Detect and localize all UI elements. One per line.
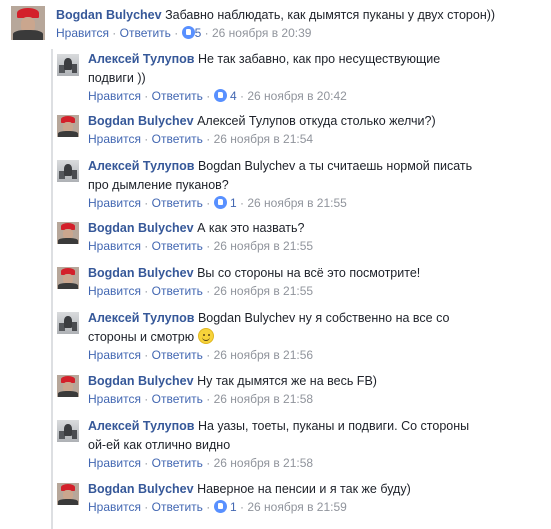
reply-button[interactable]: Ответить: [152, 239, 203, 253]
separator: ·: [144, 239, 149, 253]
avatar[interactable]: [57, 54, 79, 76]
comment-author[interactable]: Bogdan Bulychev: [88, 114, 194, 128]
avatar[interactable]: [11, 6, 45, 40]
separator: ·: [144, 456, 149, 470]
like-thumb-icon[interactable]: [213, 89, 227, 102]
separator: ·: [144, 500, 149, 514]
avatar[interactable]: [57, 160, 79, 182]
like-button[interactable]: Нравится: [88, 132, 141, 146]
timestamp[interactable]: 26 ноября в 21:58: [214, 392, 313, 406]
timestamp[interactable]: 26 ноября в 20:39: [212, 26, 311, 40]
like-count[interactable]: 4: [230, 89, 237, 103]
avatar[interactable]: [57, 375, 79, 397]
timestamp[interactable]: 26 ноября в 20:42: [247, 89, 346, 103]
timestamp[interactable]: 26 ноября в 21:55: [247, 196, 346, 210]
comment-text: Забавно наблюдать, как дымятся пуканы у …: [165, 8, 496, 22]
comment-text: стороны и смотрю: [88, 330, 195, 344]
comment-text: Наверное на пенсии и я так же буду): [197, 482, 411, 496]
avatar[interactable]: [57, 115, 79, 137]
separator: ·: [144, 348, 149, 362]
separator: ·: [206, 89, 211, 103]
like-button[interactable]: Нравится: [88, 89, 141, 103]
comment-text: подвиги )): [88, 71, 146, 85]
separator: ·: [206, 284, 211, 298]
separator: ·: [174, 26, 179, 40]
avatar[interactable]: [57, 267, 79, 289]
avatar[interactable]: [57, 222, 79, 244]
like-thumb-icon[interactable]: [213, 196, 227, 209]
reply-button[interactable]: Ответить: [152, 392, 203, 406]
separator: ·: [206, 392, 211, 406]
separator: ·: [206, 500, 211, 514]
like-count[interactable]: 1: [230, 500, 237, 514]
like-thumb-icon[interactable]: [181, 26, 195, 39]
like-button[interactable]: Нравится: [88, 500, 141, 514]
comment-author[interactable]: Алексей Тулупов: [88, 159, 194, 173]
separator: ·: [144, 196, 149, 210]
separator: ·: [240, 89, 244, 103]
like-button[interactable]: Нравится: [88, 239, 141, 253]
reply-button[interactable]: Ответить: [120, 26, 171, 40]
comment-author[interactable]: Bogdan Bulychev: [88, 221, 194, 235]
comment-text: На уазы, тоеты, пуканы и подвиги. Со сто…: [197, 419, 470, 433]
avatar[interactable]: [57, 420, 79, 442]
like-button[interactable]: Нравится: [56, 26, 109, 40]
separator: ·: [240, 500, 244, 514]
timestamp[interactable]: 26 ноября в 21:55: [214, 284, 313, 298]
comment-author[interactable]: Bogdan Bulychev: [88, 374, 194, 388]
comment-text: Алексей Тулупов откуда столько желчи?): [197, 114, 436, 128]
comment-text: ой-ей как отлично видно: [88, 438, 231, 452]
timestamp[interactable]: 26 ноября в 21:56: [214, 348, 313, 362]
like-button[interactable]: Нравится: [88, 392, 141, 406]
timestamp[interactable]: 26 ноября в 21:55: [214, 239, 313, 253]
separator: ·: [240, 196, 244, 210]
comment-author[interactable]: Алексей Тулупов: [88, 311, 194, 325]
comment-text: Ну так дымятся же на весь FB): [197, 374, 377, 388]
like-count[interactable]: 1: [230, 196, 237, 210]
comment-author[interactable]: Bogdan Bulychev: [88, 482, 194, 496]
timestamp[interactable]: 26 ноября в 21:59: [247, 500, 346, 514]
separator: ·: [206, 132, 211, 146]
separator: ·: [144, 284, 149, 298]
reply-button[interactable]: Ответить: [152, 456, 203, 470]
separator: ·: [144, 132, 149, 146]
comment-text: Не так забавно, как про несуществующие: [197, 52, 441, 66]
like-button[interactable]: Нравится: [88, 284, 141, 298]
comment-text: про дымление пуканов?: [88, 178, 229, 192]
like-button[interactable]: Нравится: [88, 456, 141, 470]
comment-text: Bogdan Bulychev а ты считаешь нормой пис…: [197, 159, 473, 173]
reply-button[interactable]: Ответить: [152, 132, 203, 146]
separator: ·: [112, 26, 117, 40]
avatar[interactable]: [57, 483, 79, 505]
separator: ·: [206, 239, 211, 253]
reply-button[interactable]: Ответить: [152, 89, 203, 103]
smile-emoji-icon: [197, 328, 214, 344]
comment-text: Вы со стороны на всё это посмотрите!: [197, 266, 421, 280]
timestamp[interactable]: 26 ноября в 21:58: [214, 456, 313, 470]
comment-text: Bogdan Bulychev ну я собственно на все с…: [197, 311, 450, 325]
timestamp[interactable]: 26 ноября в 21:54: [214, 132, 313, 146]
separator: ·: [206, 196, 211, 210]
like-count[interactable]: 5: [195, 26, 202, 40]
separator: ·: [144, 392, 149, 406]
separator: ·: [206, 348, 211, 362]
comment-text: А как это назвать?: [197, 221, 305, 235]
separator: ·: [204, 26, 209, 40]
reply-button[interactable]: Ответить: [152, 500, 203, 514]
comment-author[interactable]: Bogdan Bulychev: [88, 266, 194, 280]
like-button[interactable]: Нравится: [88, 348, 141, 362]
avatar[interactable]: [57, 312, 79, 334]
reply-button[interactable]: Ответить: [152, 196, 203, 210]
separator: ·: [206, 456, 211, 470]
reply-thread-line: [51, 49, 53, 529]
like-button[interactable]: Нравится: [88, 196, 141, 210]
comment-author[interactable]: Алексей Тулупов: [88, 419, 194, 433]
comment-author[interactable]: Алексей Тулупов: [88, 52, 194, 66]
comment-author[interactable]: Bogdan Bulychev: [56, 8, 162, 22]
like-thumb-icon[interactable]: [213, 500, 227, 513]
separator: ·: [144, 89, 149, 103]
reply-button[interactable]: Ответить: [152, 348, 203, 362]
reply-button[interactable]: Ответить: [152, 284, 203, 298]
